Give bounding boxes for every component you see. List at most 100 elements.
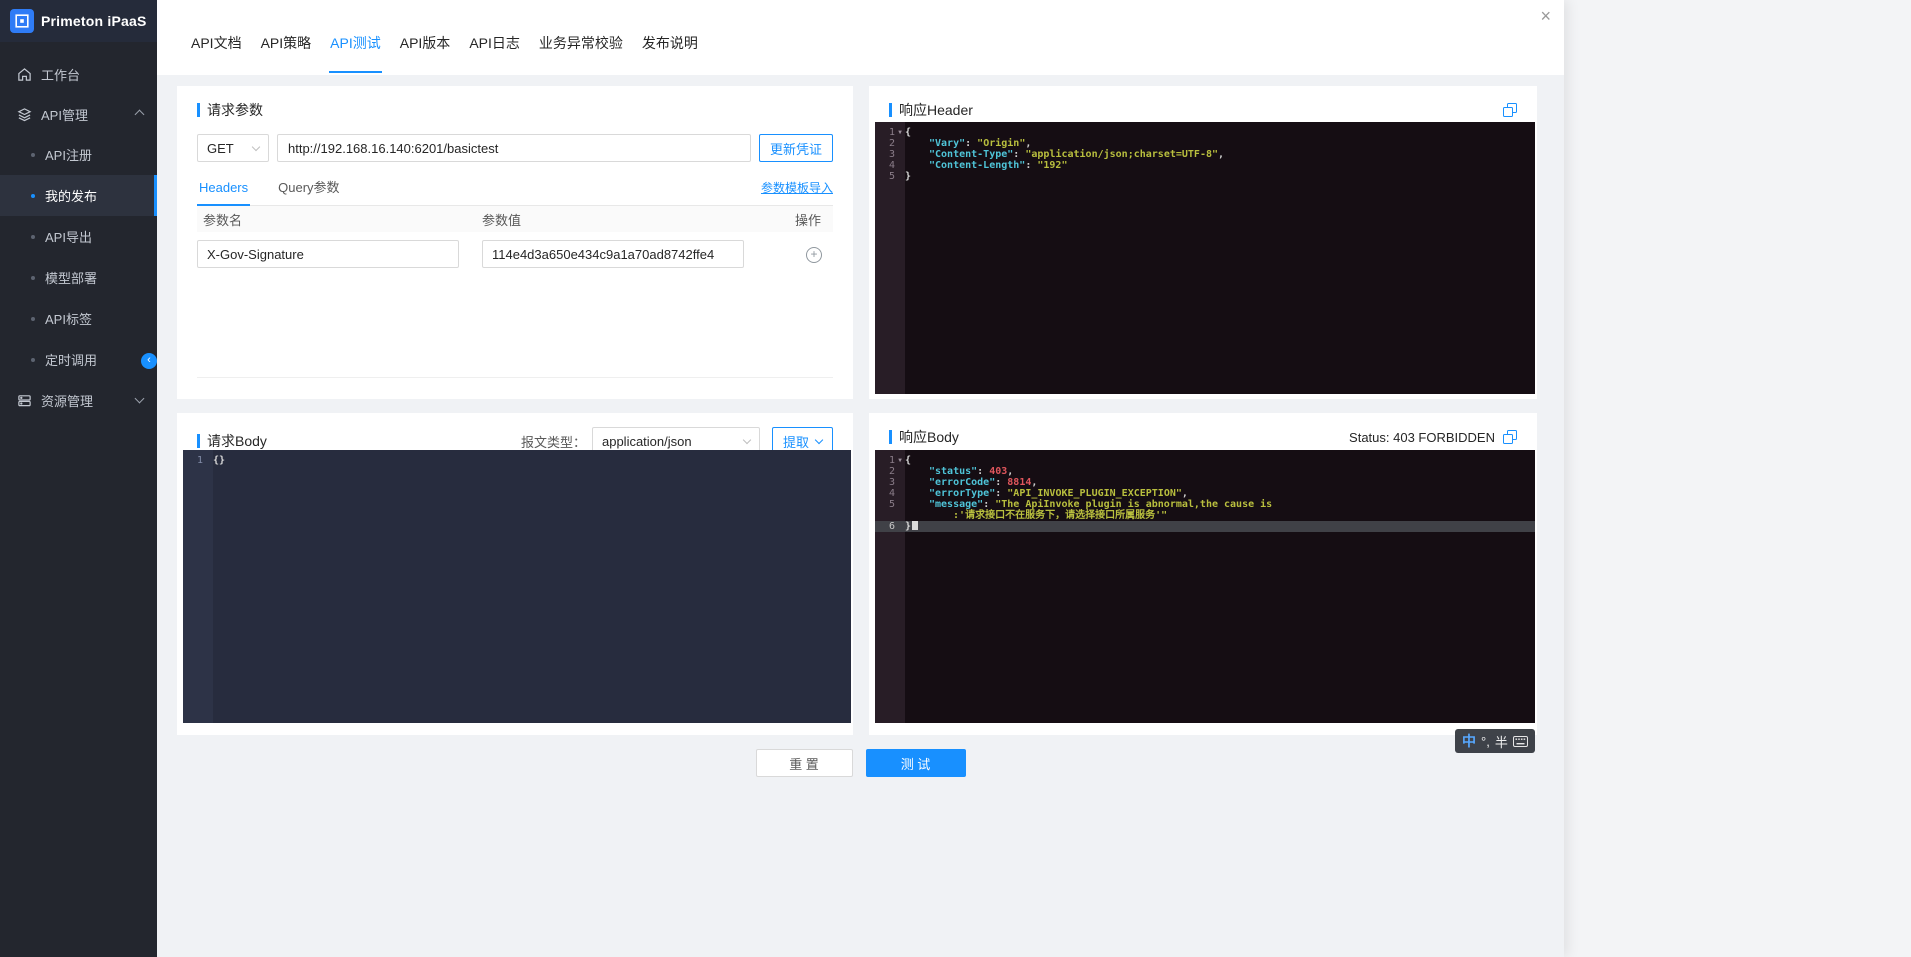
sidebar-item-api-register[interactable]: API注册 [0, 134, 157, 175]
sidebar-item-api-tags[interactable]: API标签 [0, 298, 157, 339]
sidebar-item-resource-management[interactable]: 资源管理 [0, 380, 157, 420]
code-line: 5"message": "The ApiInvoke plugin is abn… [875, 499, 1535, 510]
chevron-down-icon [135, 394, 145, 404]
sidebar-item-api-export[interactable]: API导出 [0, 216, 157, 257]
bullet-icon [31, 194, 35, 198]
request-params-panel: 请求参数 GET 更新凭证 Headers Query参数 参数模板导入 参 [177, 86, 853, 399]
sidebar-collapse-button[interactable]: ‹ [141, 353, 157, 369]
add-param-button[interactable]: + [806, 247, 822, 263]
request-body-editor[interactable]: 1{} [183, 450, 851, 723]
drawer-footer: 重 置 测 试 [157, 749, 1564, 777]
sidebar-item-label: 定时调用 [45, 350, 97, 369]
ime-toolbar[interactable]: 中 °, 半 [1455, 729, 1535, 753]
code-line: 5} [875, 171, 1535, 182]
tab-release-notes[interactable]: 发布说明 [641, 33, 699, 71]
panel-title: 响应Body [899, 427, 959, 447]
sidebar-nav: 工作台 API管理 API注册 我的发布 API导出 [0, 42, 157, 420]
title-accent-bar [889, 430, 892, 444]
ime-width-indicator[interactable]: 半 [1495, 732, 1508, 751]
sidebar-item-label: 工作台 [41, 65, 143, 84]
panel-title: 请求参数 [207, 100, 263, 120]
request-body-panel: 请求Body 报文类型： application/json 提取 1{} [177, 413, 853, 735]
bullet-icon [31, 317, 35, 321]
copy-icon[interactable] [1503, 103, 1517, 117]
panel-title-row: 响应Header [889, 100, 1517, 120]
chevron-down-icon [815, 435, 823, 443]
response-body-editor[interactable]: 1▼{ 2"status": 403, 3"errorCode": 8814, … [875, 450, 1535, 723]
layers-icon [17, 107, 32, 122]
code-line: 1▼{ [875, 127, 1535, 138]
sidebar-item-label: API导出 [45, 227, 92, 246]
refresh-credential-button[interactable]: 更新凭证 [759, 134, 833, 162]
tab-api-logs[interactable]: API日志 [468, 33, 521, 71]
status-badge: Status: 403 FORBIDDEN [1349, 430, 1495, 445]
chevron-down-icon [252, 142, 260, 150]
sidebar-item-label: API管理 [41, 105, 127, 124]
response-header-panel: 响应Header 1▼{ 2"Vary": "Origin", 3"Conten… [869, 86, 1537, 399]
content-grid: 请求参数 GET 更新凭证 Headers Query参数 参数模板导入 参 [157, 75, 1564, 735]
panel-title-row: 响应Body Status: 403 FORBIDDEN [889, 427, 1517, 447]
tab-headers[interactable]: Headers [197, 180, 250, 206]
sidebar-item-label: API注册 [45, 145, 92, 164]
tab-query-params[interactable]: Query参数 [276, 177, 341, 205]
text-cursor [912, 521, 918, 530]
app-title: Primeton iPaaS [41, 13, 147, 29]
api-test-drawer: API文档 API策略 API测试 API版本 API日志 业务异常校验 发布说… [157, 0, 1564, 957]
tab-api-version[interactable]: API版本 [399, 33, 452, 71]
tab-api-docs[interactable]: API文档 [190, 33, 243, 71]
column-header-name: 参数名 [203, 210, 482, 229]
code-line: 1▼{ [875, 455, 1535, 466]
panel-title: 请求Body [207, 431, 267, 451]
sidebar-item-scheduled-call[interactable]: 定时调用 [0, 339, 157, 380]
reset-button[interactable]: 重 置 [756, 749, 853, 777]
chevron-down-icon [743, 435, 751, 443]
code-line: 4"Content-Length": "192" [875, 160, 1535, 171]
sidebar-item-label: 资源管理 [41, 391, 127, 410]
tab-api-test[interactable]: API测试 [329, 33, 382, 73]
drawer-tabbar: API文档 API策略 API测试 API版本 API日志 业务异常校验 发布说… [157, 0, 1564, 75]
sidebar-item-workbench[interactable]: 工作台 [0, 54, 157, 94]
code-line: 2"status": 403, [875, 466, 1535, 477]
param-table-header: 参数名 参数值 操作 [197, 206, 833, 232]
server-icon [17, 393, 32, 408]
panel-title-row: 请求参数 [197, 100, 833, 120]
method-select[interactable]: GET [197, 134, 269, 162]
tab-api-policy[interactable]: API策略 [260, 33, 313, 71]
param-name-input[interactable] [197, 240, 459, 268]
param-template-import-link[interactable]: 参数模板导入 [761, 179, 833, 205]
bullet-icon [31, 235, 35, 239]
logo-icon [10, 9, 34, 33]
bullet-icon [31, 358, 35, 362]
sidebar-item-model-deploy[interactable]: 模型部署 [0, 257, 157, 298]
tab-business-exception-check[interactable]: 业务异常校验 [538, 33, 624, 71]
code-line-current: 6} [875, 521, 1535, 532]
sidebar-item-label: 模型部署 [45, 268, 97, 287]
close-icon[interactable]: × [1540, 7, 1551, 25]
panel-title: 响应Header [899, 100, 973, 120]
bullet-icon [31, 153, 35, 157]
code-line: 3"Content-Type": "application/json;chars… [875, 149, 1535, 160]
home-icon [17, 67, 32, 82]
param-value-input[interactable] [482, 240, 744, 268]
sidebar-item-label: 我的发布 [45, 186, 97, 205]
ime-language-indicator[interactable]: 中 [1462, 731, 1476, 751]
param-tabs: Headers Query参数 参数模板导入 [197, 177, 833, 206]
param-table-empty-area [197, 268, 833, 378]
code-line: 3"errorCode": 8814, [875, 477, 1535, 488]
test-button[interactable]: 测 试 [866, 749, 966, 777]
ime-punctuation-indicator[interactable]: °, [1481, 734, 1490, 749]
column-header-actions: 操作 [789, 210, 827, 229]
sidebar-item-api-management[interactable]: API管理 [0, 94, 157, 134]
content-type-value: application/json [602, 434, 692, 449]
url-input[interactable] [277, 134, 751, 162]
response-header-editor[interactable]: 1▼{ 2"Vary": "Origin", 3"Content-Type": … [875, 122, 1535, 394]
sidebar: Primeton iPaaS 工作台 API管理 API注册 [0, 0, 157, 957]
keyboard-icon[interactable] [1513, 736, 1528, 747]
bullet-icon [31, 276, 35, 280]
sidebar-item-my-publish[interactable]: 我的发布 [0, 175, 157, 216]
copy-icon[interactable] [1503, 430, 1517, 444]
page: Primeton iPaaS 工作台 API管理 API注册 [0, 0, 1911, 957]
app-logo: Primeton iPaaS [0, 0, 157, 42]
code-line-wrap: :'请求接口不在服务下，请选择接口所属服务'" [875, 510, 1535, 521]
sidebar-item-label: API标签 [45, 309, 92, 328]
